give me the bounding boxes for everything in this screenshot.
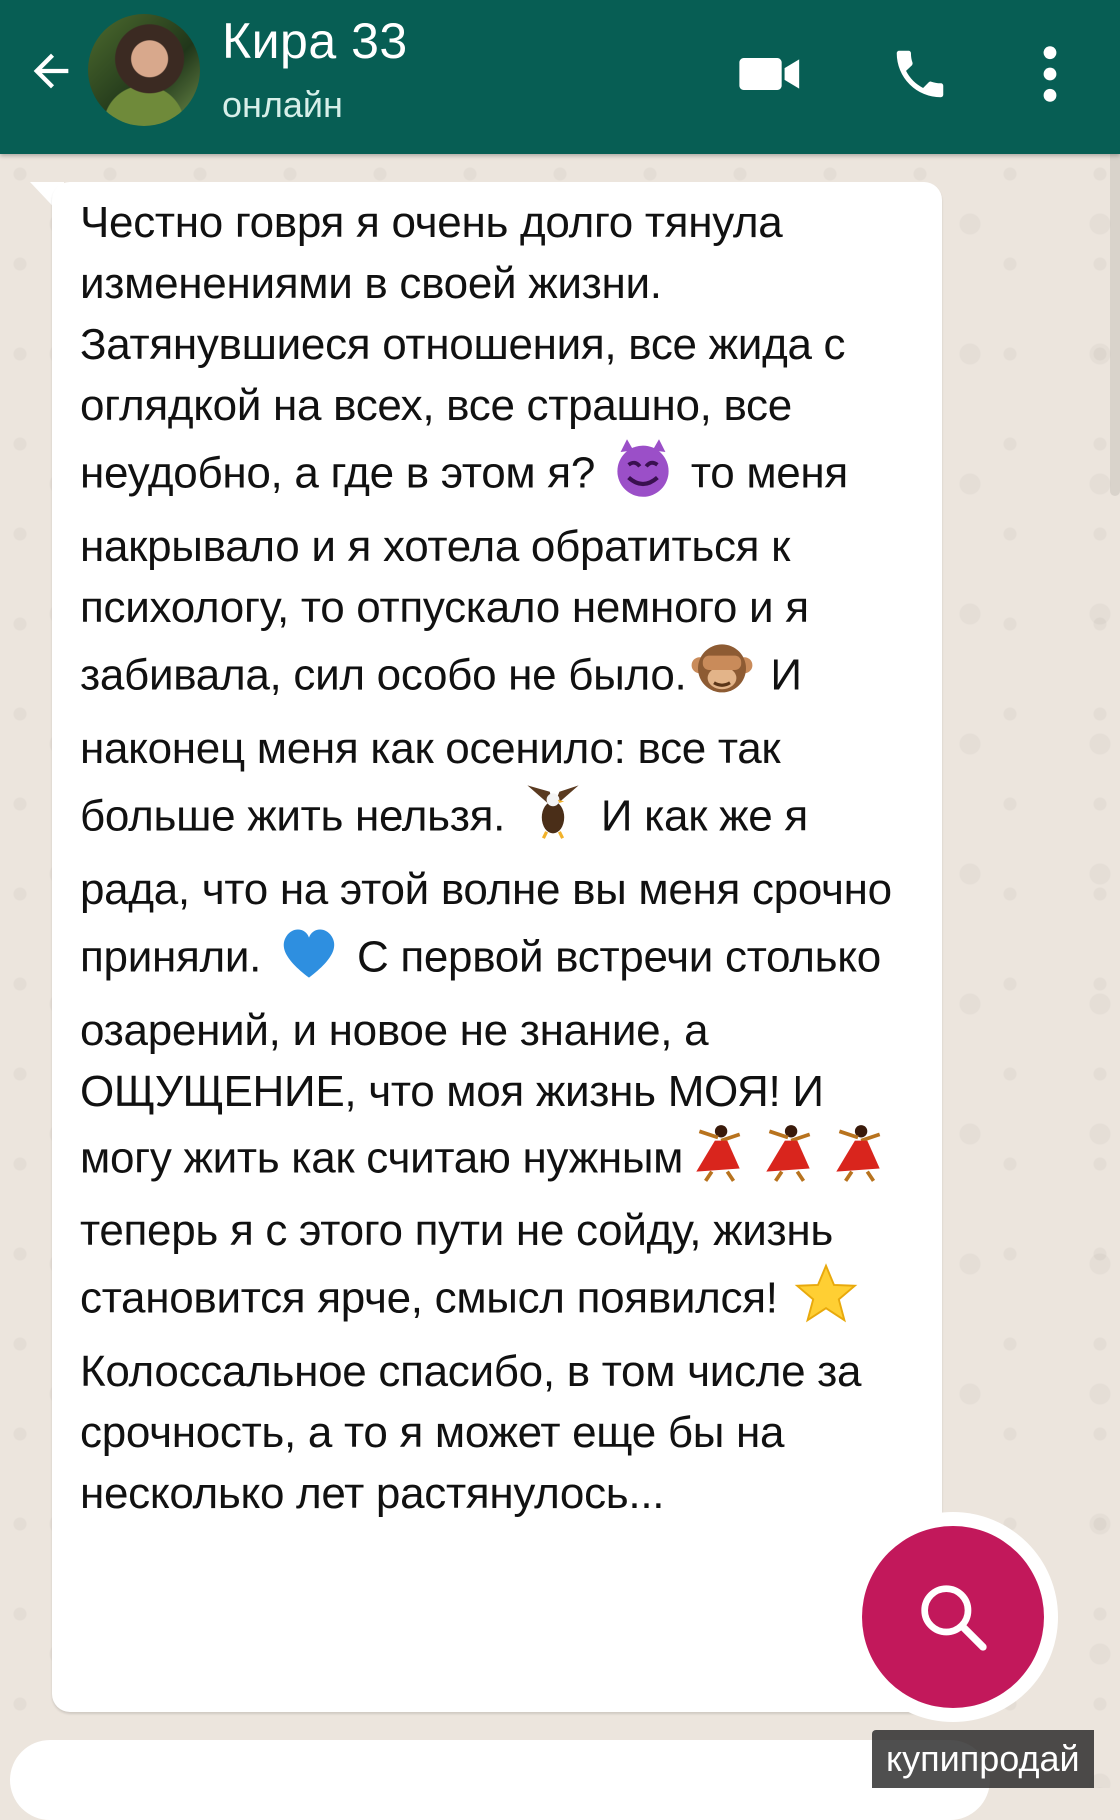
message-part: Колоссальное спасибо, в том числе за сро… — [80, 1347, 862, 1518]
contact-status: онлайн — [222, 84, 343, 125]
contact-name[interactable]: Кира 33 — [222, 12, 408, 70]
back-button[interactable] — [20, 40, 82, 102]
see-no-evil-monkey-emoji — [690, 638, 754, 718]
more-options-button[interactable] — [1020, 34, 1080, 114]
search-button[interactable] — [848, 1512, 1058, 1722]
star-emoji — [794, 1261, 858, 1341]
watermark: купипродай — [872, 1730, 1094, 1788]
phone-icon — [896, 50, 944, 98]
smiling-devil-emoji — [611, 436, 675, 516]
message-text: Честно говря я очень долго тянула измене… — [80, 192, 912, 1524]
video-camera-icon — [739, 57, 800, 91]
dancer-emoji — [757, 1122, 819, 1200]
video-call-button[interactable] — [730, 34, 810, 114]
chat-header: Кира 33 онлайн — [0, 0, 1120, 154]
voice-call-button[interactable] — [880, 34, 960, 114]
message-input-bar[interactable] — [10, 1740, 990, 1820]
search-button-circle[interactable] — [862, 1526, 1044, 1708]
message-part: теперь я с этого пути не сойду, жизнь ст… — [80, 1206, 834, 1323]
dancer-emoji — [827, 1122, 889, 1200]
eagle-emoji — [521, 779, 585, 859]
more-vertical-icon — [1043, 46, 1057, 102]
dancer-emoji — [687, 1122, 749, 1200]
message-bubble[interactable]: Честно говря я очень долго тянула измене… — [52, 182, 942, 1712]
scrollbar[interactable] — [1110, 136, 1120, 496]
search-icon — [921, 1585, 987, 1651]
avatar[interactable] — [88, 14, 200, 126]
arrow-left-icon — [33, 53, 69, 89]
blue-heart-emoji — [277, 920, 341, 1000]
